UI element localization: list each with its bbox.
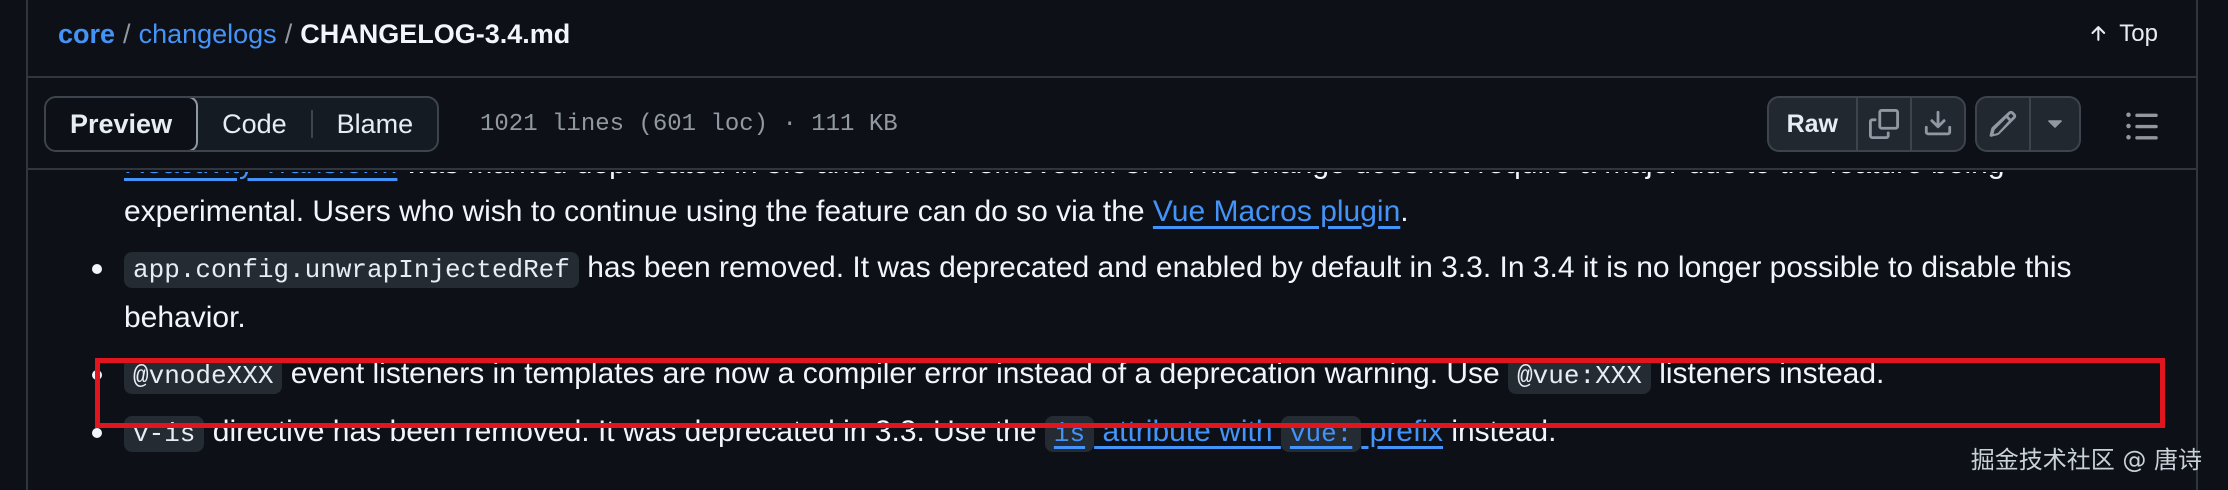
- inline-code: app.config.unwrapInjectedRef: [124, 252, 579, 288]
- raw-actions-group: Raw: [1766, 96, 1966, 152]
- download-raw-button[interactable]: [1910, 98, 1964, 150]
- list-item-text: event listeners in templates are now a c…: [282, 357, 1509, 390]
- inline-code: vue:: [1280, 416, 1362, 452]
- breadcrumb-separator: /: [123, 19, 131, 49]
- inline-code: @vnodeXXX: [124, 358, 283, 394]
- raw-button[interactable]: Raw: [1769, 98, 1856, 150]
- list-item: @vnodeXXX event listeners in templates a…: [92, 350, 2154, 400]
- list-item-text: directive has been removed. It was depre…: [204, 415, 1045, 448]
- view-mode-segmented-control: Preview Code Blame: [44, 96, 440, 152]
- breadcrumb-file-name: CHANGELOG-3.4.md: [300, 19, 571, 49]
- reactivity-transform-link[interactable]: Reactivity Transform: [124, 172, 397, 180]
- list-item-text: instead.: [1443, 415, 1557, 448]
- watermark: 掘金技术社区 @ 唐诗: [1970, 446, 2202, 474]
- download-icon: [1924, 110, 1952, 136]
- link-text: prefix: [1361, 415, 1443, 448]
- back-to-top-label: Top: [2119, 20, 2158, 47]
- tab-code[interactable]: Code: [198, 98, 311, 150]
- pencil-icon: [1989, 110, 2017, 137]
- breadcrumb: core / changelogs / CHANGELOG-3.4.md: [58, 16, 570, 52]
- breadcrumb-folder-link[interactable]: changelogs: [139, 19, 277, 49]
- breadcrumb-repo-link[interactable]: core: [58, 19, 115, 49]
- vue-macros-plugin-link[interactable]: Vue Macros plugin: [1153, 195, 1400, 228]
- list-item-text: was marked deprecated in 3.3 and is now …: [124, 172, 2005, 228]
- edit-actions-group: [1975, 96, 2081, 152]
- edit-file-button[interactable]: [1977, 98, 2029, 150]
- copy-icon: [1869, 109, 1899, 139]
- arrow-up-icon: [2091, 26, 2106, 41]
- list-item: app.config.unwrapInjectedRef has been re…: [92, 244, 2154, 342]
- changelog-list: Reactivity Transform was marked deprecat…: [92, 172, 2154, 466]
- inline-code: @vue:XXX: [1508, 358, 1651, 394]
- is-attribute-link[interactable]: is attribute with vue: prefix: [1044, 415, 1443, 452]
- file-info: 1021 lines (601 loc) · 111 KB: [480, 111, 898, 138]
- inline-code: is: [1044, 416, 1095, 452]
- file-header: core / changelogs / CHANGELOG-3.4.md Top: [28, 0, 2196, 78]
- list-unordered-icon[interactable]: [2124, 108, 2160, 144]
- list-item: v-is directive has been removed. It was …: [92, 408, 2154, 458]
- triangle-down-icon: [2048, 120, 2062, 128]
- tab-blame[interactable]: Blame: [313, 98, 438, 150]
- file-toolbar: Preview Code Blame 1021 lines (601 loc) …: [28, 80, 2196, 170]
- link-text: attribute with: [1094, 415, 1281, 448]
- inline-code: v-is: [124, 416, 205, 452]
- breadcrumb-separator: /: [284, 19, 293, 49]
- copy-raw-button[interactable]: [1856, 98, 1910, 150]
- list-item: Reactivity Transform was marked deprecat…: [124, 172, 2154, 236]
- tab-preview[interactable]: Preview: [46, 98, 199, 150]
- file-view-panel: core / changelogs / CHANGELOG-3.4.md Top Pre…: [26, 0, 2198, 490]
- list-item-text: .: [1400, 195, 1409, 228]
- markdown-body: Reactivity Transform was marked deprecat…: [28, 172, 2196, 490]
- list-item-text: listeners instead.: [1650, 357, 1885, 390]
- edit-dropdown-button[interactable]: [2029, 98, 2079, 150]
- back-to-top-button[interactable]: Top: [2087, 16, 2158, 52]
